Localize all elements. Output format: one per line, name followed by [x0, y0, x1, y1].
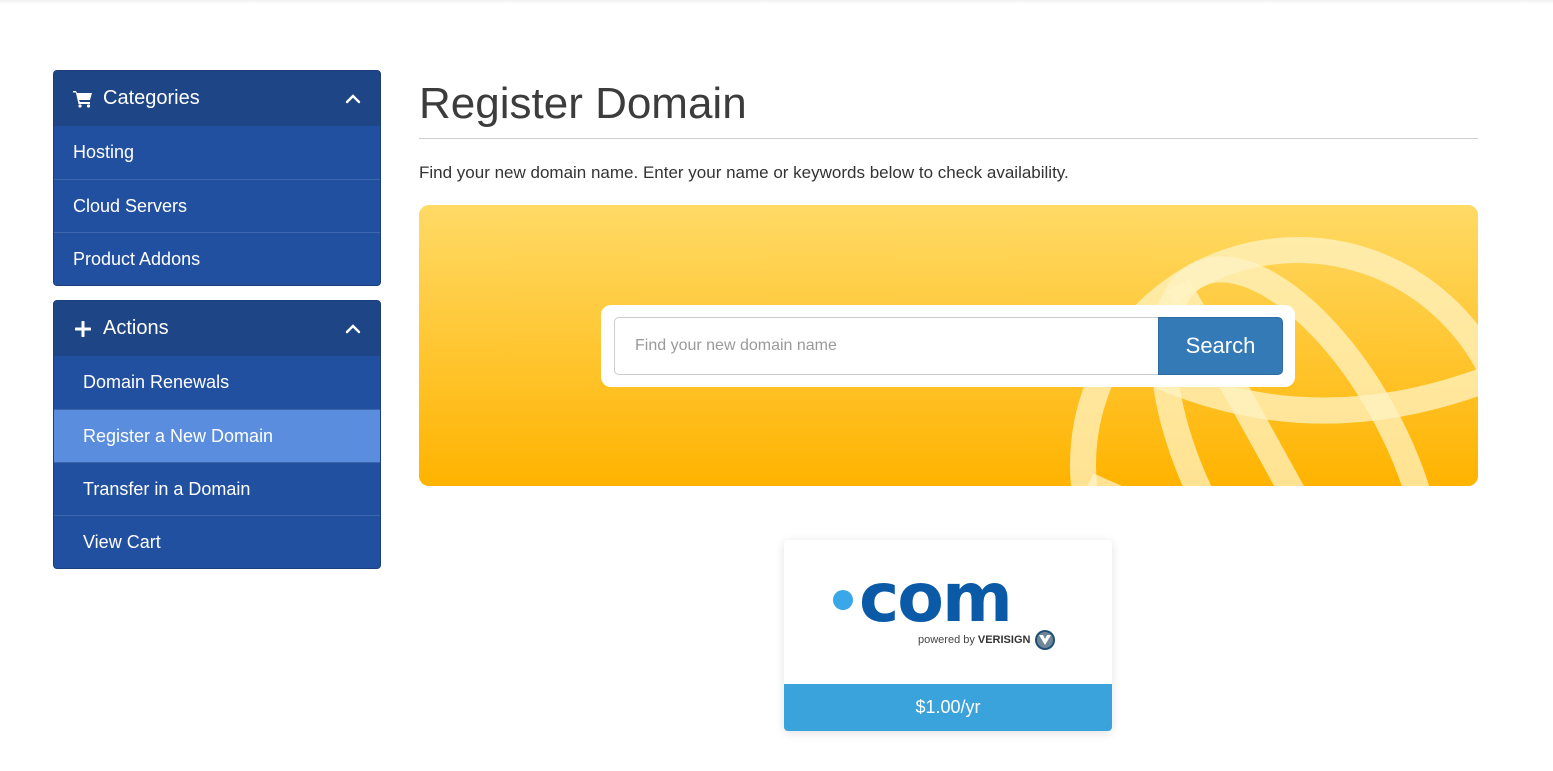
- shopping-cart-icon: [73, 89, 93, 109]
- domain-search-box: Search: [601, 305, 1295, 387]
- page-subtitle: Find your new domain name. Enter your na…: [419, 163, 1069, 182]
- sidebar-item-product-addons[interactable]: Product Addons: [54, 232, 380, 285]
- domain-search-input[interactable]: [614, 317, 1158, 375]
- search-button[interactable]: Search: [1158, 317, 1283, 375]
- categories-title: Categories: [103, 87, 200, 109]
- sidebar-item-label: Domain Renewals: [83, 372, 230, 392]
- categories-panel-header[interactable]: Categories: [54, 71, 380, 126]
- chevron-up-icon[interactable]: [344, 90, 362, 108]
- page-title: Register Domain: [419, 79, 747, 128]
- sidebar-item-view-cart[interactable]: View Cart: [54, 515, 380, 568]
- powered-by-text: powered by: [918, 634, 975, 646]
- categories-panel: Categories Hosting Cloud Servers Product…: [53, 70, 381, 286]
- top-shadow: [0, 0, 1553, 4]
- sidebar-item-hosting[interactable]: Hosting: [54, 126, 380, 179]
- sidebar-item-domain-renewals[interactable]: Domain Renewals: [54, 356, 380, 409]
- plus-icon: [73, 319, 93, 339]
- sidebar-item-label: Transfer in a Domain: [83, 478, 251, 499]
- sidebar-item-label: Register a New Domain: [83, 425, 274, 446]
- sidebar-item-label: Hosting: [73, 142, 135, 162]
- featured-tld-card[interactable]: com powered by VERISIGN $1.00/yr: [784, 540, 1112, 731]
- com-tld-logo: com powered by VERISIGN: [784, 540, 1112, 684]
- tld-powered-by: powered by VERISIGN: [918, 629, 1056, 651]
- domain-search-banner: Search: [419, 205, 1478, 486]
- sidebar-item-label: Cloud Servers: [73, 195, 188, 216]
- main-content: Register Domain Find your new domain nam…: [419, 70, 1478, 731]
- sidebar-item-register-new-domain[interactable]: Register a New Domain: [54, 409, 380, 462]
- sidebar-item-cloud-servers[interactable]: Cloud Servers: [54, 179, 380, 232]
- chevron-up-icon[interactable]: [344, 320, 362, 338]
- actions-title: Actions: [103, 317, 169, 339]
- tld-dot: [833, 590, 853, 610]
- tld-price-bar: $1.00/yr: [784, 684, 1112, 731]
- sidebar: Categories Hosting Cloud Servers Product…: [53, 70, 381, 583]
- sidebar-item-transfer-domain[interactable]: Transfer in a Domain: [54, 462, 380, 515]
- actions-panel: Actions Domain Renewals Register a New D…: [53, 300, 381, 569]
- verisign-brand: VERISIGN: [977, 634, 1031, 646]
- actions-panel-header[interactable]: Actions: [54, 301, 380, 356]
- sidebar-item-label: View Cart: [83, 531, 161, 552]
- verisign-check-icon: [1035, 630, 1056, 650]
- sidebar-item-label: Product Addons: [73, 248, 201, 269]
- title-divider: [419, 138, 1478, 139]
